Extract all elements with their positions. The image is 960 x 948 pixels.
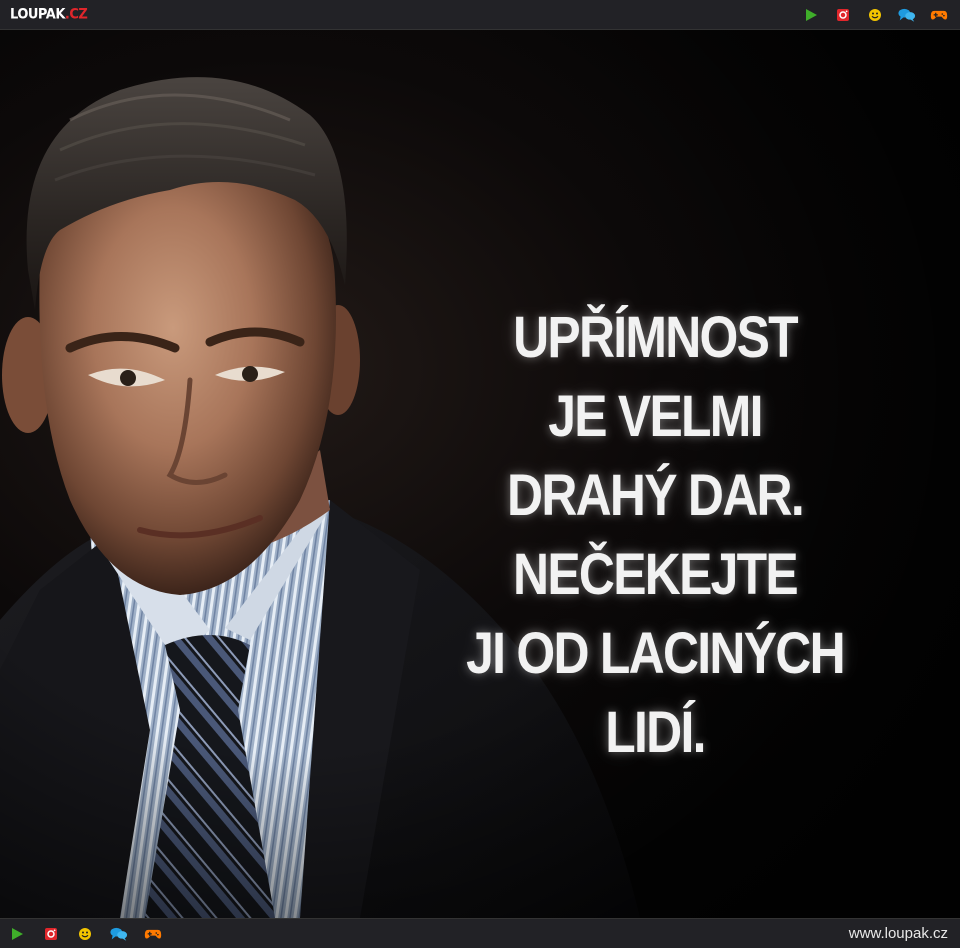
- quote-line: UPŘÍMNOST: [513, 305, 799, 370]
- instagram-icon[interactable]: [834, 6, 852, 24]
- smiley-icon[interactable]: [76, 925, 94, 943]
- play-icon[interactable]: [802, 6, 820, 24]
- quote-text: UPŘÍMNOST JE VELMI DRAHÝ DAR. NEČEKEJTE …: [420, 298, 890, 772]
- top-icon-nav: [802, 6, 948, 24]
- logo-main: LOUPAK: [10, 6, 65, 23]
- chat-icon[interactable]: [110, 925, 128, 943]
- bottom-icon-nav: [8, 925, 162, 943]
- site-logo[interactable]: LOUPAK.CZ: [10, 5, 88, 25]
- site-url-link[interactable]: www.loupak.cz: [849, 925, 948, 943]
- quote-line: DRAHÝ DAR.: [507, 463, 805, 528]
- quote-line: JI OD LACINÝCH: [466, 621, 845, 686]
- play-icon[interactable]: [8, 925, 26, 943]
- bottom-bar: www.loupak.cz: [0, 918, 960, 948]
- meme-image: UPŘÍMNOST JE VELMI DRAHÝ DAR. NEČEKEJTE …: [0, 30, 960, 918]
- gamepad-icon[interactable]: [144, 925, 162, 943]
- logo-tld: .CZ: [64, 6, 88, 23]
- gamepad-icon[interactable]: [930, 6, 948, 24]
- quote-line: NEČEKEJTE: [513, 542, 799, 607]
- smiley-icon[interactable]: [866, 6, 884, 24]
- quote-line: LIDÍ.: [605, 700, 706, 765]
- quote-line: JE VELMI: [548, 384, 763, 449]
- top-bar: LOUPAK.CZ: [0, 0, 960, 30]
- instagram-icon[interactable]: [42, 925, 60, 943]
- chat-icon[interactable]: [898, 6, 916, 24]
